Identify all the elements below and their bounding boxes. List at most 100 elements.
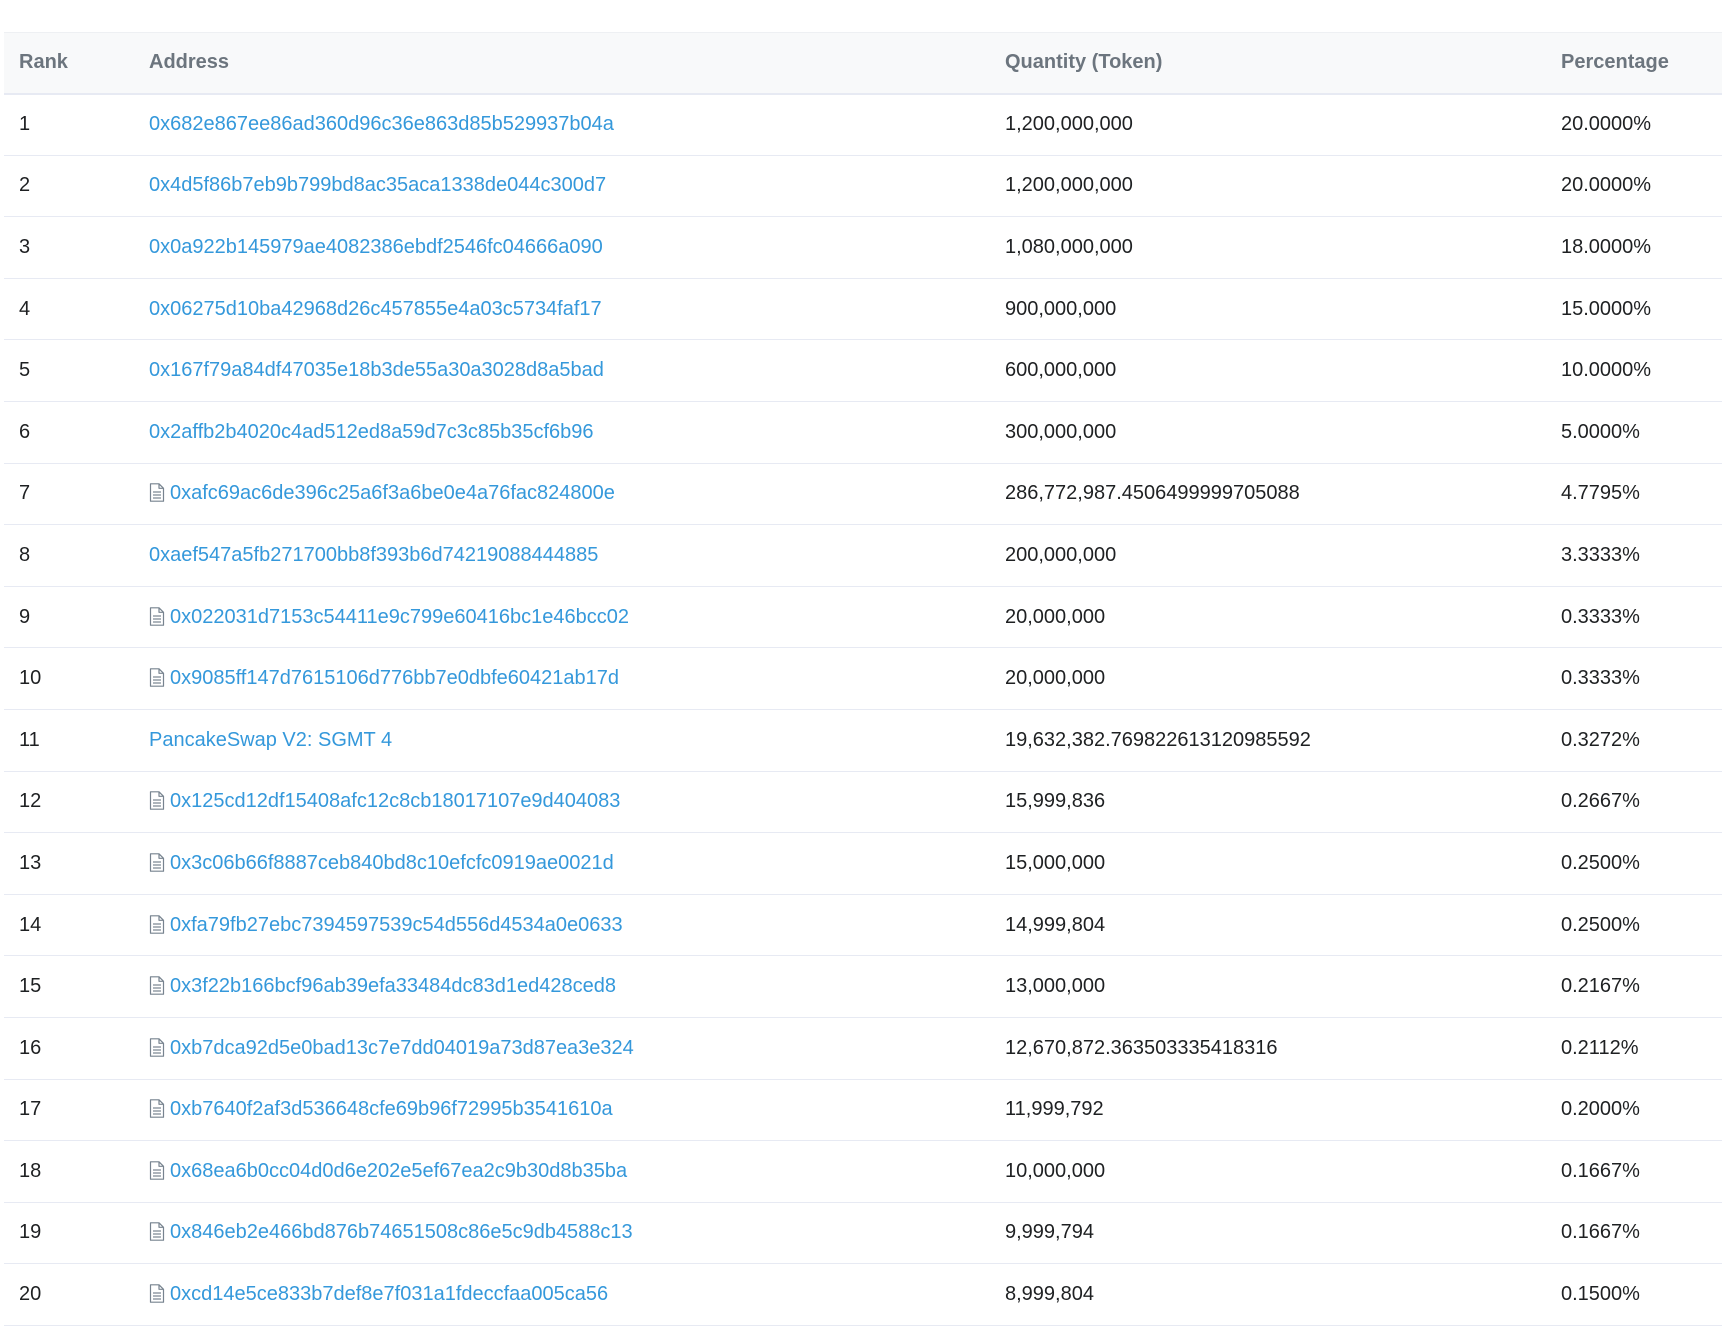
document-icon [149,853,165,872]
table-row: 12 0x125cd12df15408afc12c8cb18017107e9d40… [4,771,1722,833]
address-link[interactable]: 0x3f22b166bcf96ab39efa33484dc83d1ed428ce… [170,975,616,997]
table-row: 17 0xb7640f2af3d536648cfe69b96f72995b3541… [4,1079,1722,1141]
address-link[interactable]: 0xb7640f2af3d536648cfe69b96f72995b354161… [170,1098,613,1120]
address-cell: 0xcd14e5ce833b7def8e7f031a1fdeccfaa005ca… [149,1264,1005,1326]
rank-cell: 10 [19,667,42,690]
address-link[interactable]: 0x06275d10ba42968d26c457855e4a03c5734faf… [149,298,602,320]
percentage-cell: 0.3333% [1561,605,1640,628]
percentage-cell: 18.0000% [1561,235,1652,258]
header-percentage: Percentage [1561,51,1669,74]
rank-cell: 7 [19,482,31,505]
address-cell: 0x022031d7153c54411e9c799e60416bc1e46bcc… [149,586,1005,648]
table-row: 5 0x167f79a84df47035e18b3de55a30a3028d8a5… [4,340,1722,402]
document-icon [149,1161,165,1180]
quantity-cell: 1,200,000,000 [1005,113,1133,136]
address-link[interactable]: 0xcd14e5ce833b7def8e7f031a1fdeccfaa005ca… [170,1283,608,1305]
address-link[interactable]: 0xafc69ac6de396c25a6f3a6be0e4a76fac82480… [170,482,615,504]
percentage-cell: 0.1667% [1561,1221,1640,1244]
token-holders-table: Rank Address Quantity (Token) Percentage… [4,32,1722,1326]
table-row: 8 0xaef547a5fb271700bb8f393b6d74219088444… [4,525,1722,587]
rank-cell: 1 [19,113,31,136]
quantity-cell: 1,200,000,000 [1005,174,1133,197]
percentage-cell: 20.0000% [1561,174,1652,197]
address-cell: 0x682e867ee86ad360d96c36e863d85b529937b0… [149,94,1005,156]
table-header: Rank Address Quantity (Token) Percentage [4,32,1722,94]
address-link[interactable]: 0x846eb2e466bd876b74651508c86e5c9db4588c… [170,1221,633,1243]
address-cell: 0x167f79a84df47035e18b3de55a30a3028d8a5b… [149,340,1005,402]
address-cell: 0x4d5f86b7eb9b799bd8ac35aca1338de044c300… [149,155,1005,217]
address-link[interactable]: 0x125cd12df15408afc12c8cb18017107e9d4040… [170,790,620,812]
table-row: 15 0x3f22b166bcf96ab39efa33484dc83d1ed428… [4,956,1722,1018]
address-cell: PancakeSwap V2: SGMT 4 [149,709,1005,771]
percentage-cell: 0.3333% [1561,667,1640,690]
rank-cell: 6 [19,420,31,443]
address-cell: 0x3f22b166bcf96ab39efa33484dc83d1ed428ce… [149,956,1005,1018]
rank-cell: 19 [19,1221,42,1244]
address-cell: 0x68ea6b0cc04d0d6e202e5ef67ea2c9b30d8b35… [149,1141,1005,1203]
address-cell: 0xb7dca92d5e0bad13c7e7dd04019a73d87ea3e3… [149,1017,1005,1079]
header-quantity: Quantity (Token) [1005,51,1163,74]
rank-cell: 17 [19,1098,42,1121]
address-link[interactable]: 0x0a922b145979ae4082386ebdf2546fc04666a0… [149,236,603,258]
quantity-cell: 12,670,872.363503335418316 [1005,1036,1278,1059]
document-icon [149,1222,165,1242]
table-row: 4 0x06275d10ba42968d26c457855e4a03c5734fa… [4,278,1722,340]
address-link[interactable]: 0xfa79fb27ebc7394597539c54d556d4534a0e06… [170,914,623,936]
address-link[interactable]: 0x167f79a84df47035e18b3de55a30a3028d8a5b… [149,359,604,381]
percentage-cell: 5.0000% [1561,420,1640,443]
table-row: 1 0x682e867ee86ad360d96c36e863d85b529937b… [4,94,1722,156]
rank-cell: 14 [19,913,42,936]
quantity-cell: 20,000,000 [1005,667,1106,690]
address-link[interactable]: PancakeSwap V2: SGMT 4 [149,729,392,751]
rank-cell: 3 [19,235,31,258]
quantity-cell: 19,632,382.769822613120985592 [1005,728,1311,751]
quantity-cell: 300,000,000 [1005,420,1117,443]
address-link[interactable]: 0xaef547a5fb271700bb8f393b6d742190884448… [149,544,598,566]
quantity-cell: 600,000,000 [1005,359,1117,382]
address-link[interactable]: 0x68ea6b0cc04d0d6e202e5ef67ea2c9b30d8b35… [170,1160,627,1182]
address-link[interactable]: 0x682e867ee86ad360d96c36e863d85b529937b0… [149,113,614,135]
address-link[interactable]: 0x022031d7153c54411e9c799e60416bc1e46bcc… [170,606,629,628]
quantity-cell: 9,999,794 [1005,1221,1094,1244]
rank-cell: 16 [19,1036,42,1059]
rank-cell: 18 [19,1159,42,1182]
rank-cell: 5 [19,359,31,382]
top-spacer [0,0,1722,30]
address-link[interactable]: 0x2affb2b4020c4ad512ed8a59d7c3c85b35cf6b… [149,421,594,443]
percentage-cell: 10.0000% [1561,359,1652,382]
address-cell: 0xaef547a5fb271700bb8f393b6d742190884448… [149,525,1005,587]
percentage-cell: 15.0000% [1561,297,1652,320]
rank-cell: 13 [19,851,42,874]
percentage-cell: 0.2167% [1561,975,1640,998]
table-row: 7 0xafc69ac6de396c25a6f3a6be0e4a76fac8248… [4,463,1722,525]
percentage-cell: 0.2667% [1561,790,1640,813]
header-rank: Rank [19,51,68,74]
header-row: Rank Address Quantity (Token) Percentage [4,32,1722,94]
rank-cell: 20 [19,1283,42,1306]
address-link[interactable]: 0xb7dca92d5e0bad13c7e7dd04019a73d87ea3e3… [170,1037,634,1059]
address-cell: 0xb7640f2af3d536648cfe69b96f72995b354161… [149,1079,1005,1141]
document-icon [149,606,165,626]
percentage-cell: 3.3333% [1561,543,1640,566]
quantity-cell: 11,999,792 [1005,1098,1104,1121]
table-row: 13 0x3c06b66f8887ceb840bd8c10efcfc0919ae0… [4,833,1722,895]
address-link[interactable]: 0x4d5f86b7eb9b799bd8ac35aca1338de044c300… [149,174,606,196]
percentage-cell: 0.2000% [1561,1098,1640,1121]
quantity-cell: 8,999,804 [1005,1283,1094,1306]
document-icon [149,1099,165,1119]
percentage-cell: 0.3272% [1561,728,1640,751]
address-link[interactable]: 0x9085ff147d7615106d776bb7e0dbfe60421ab1… [170,667,619,689]
quantity-cell: 20,000,000 [1005,605,1106,628]
table-row: 3 0x0a922b145979ae4082386ebdf2546fc04666a… [4,217,1722,279]
address-cell: 0x9085ff147d7615106d776bb7e0dbfe60421ab1… [149,648,1005,710]
percentage-cell: 0.2500% [1561,913,1640,936]
address-cell: 0x0a922b145979ae4082386ebdf2546fc04666a0… [149,217,1005,279]
address-cell: 0x3c06b66f8887ceb840bd8c10efcfc0919ae002… [149,833,1005,895]
header-address: Address [149,51,230,74]
address-link[interactable]: 0x3c06b66f8887ceb840bd8c10efcfc0919ae002… [170,852,614,874]
rank-cell: 2 [19,174,31,197]
address-cell: 0x06275d10ba42968d26c457855e4a03c5734faf… [149,278,1005,340]
address-cell: 0x125cd12df15408afc12c8cb18017107e9d4040… [149,771,1005,833]
address-cell: 0x2affb2b4020c4ad512ed8a59d7c3c85b35cf6b… [149,401,1005,463]
table-row: 20 0xcd14e5ce833b7def8e7f031a1fdeccfaa005… [4,1264,1722,1326]
